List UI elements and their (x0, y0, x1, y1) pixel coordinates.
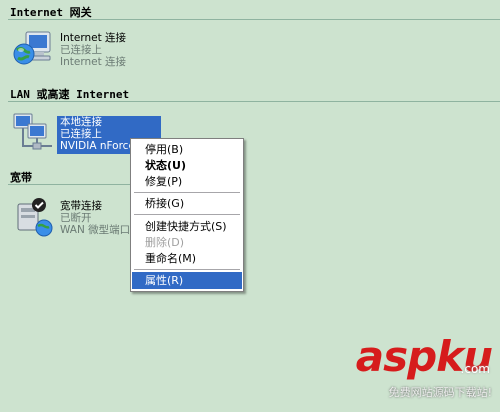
broadband-connection-icon (12, 196, 54, 238)
menu-item-rename[interactable]: 重命名(M) (132, 250, 242, 267)
connection-name: 宽带连接 (60, 200, 102, 212)
menu-item-disable[interactable]: 停用(B) (132, 141, 242, 158)
connection-type: Internet 连接 (60, 56, 127, 68)
local-connection-text: 本地连接 已连接上 NVIDIA nForce (60, 116, 135, 152)
menu-item-properties[interactable]: 属性(R) (132, 272, 242, 289)
connection-status: 已连接上 (60, 44, 102, 56)
menu-item-repair[interactable]: 修复(P) (132, 173, 242, 190)
broadband-connection-text: 宽带连接 已断开 WAN 微型端口 (60, 200, 130, 236)
internet-connection-text: Internet 连接 已连接上 Internet 连接 (60, 32, 126, 68)
connection-name: Internet 连接 (60, 32, 127, 44)
watermark: aspku .com 免费网站源码下载站! (320, 332, 493, 402)
section-divider (8, 101, 500, 102)
context-menu: 停用(B) 状态(U) 修复(P) 桥接(G) 创建快捷方式(S) 删除(D) … (130, 138, 244, 292)
menu-separator (134, 214, 240, 215)
menu-separator (134, 269, 240, 270)
connection-type: WAN 微型端口 (60, 224, 131, 236)
network-connection-icon (12, 112, 54, 154)
section-title-lan: LAN 或高速 Internet (10, 88, 130, 101)
internet-gateway-icon (12, 28, 54, 70)
connection-name: 本地连接 (60, 116, 102, 128)
connection-status: 已连接上 (60, 128, 102, 140)
section-divider (8, 19, 500, 20)
section-divider (8, 184, 130, 185)
connection-status: 已断开 (60, 212, 92, 224)
menu-item-bridge[interactable]: 桥接(G) (132, 195, 242, 212)
menu-separator (134, 192, 240, 193)
connection-device: NVIDIA nForce (60, 140, 135, 152)
menu-item-create-shortcut[interactable]: 创建快捷方式(S) (132, 218, 242, 235)
watermark-subtitle: 免费网站源码下载站! (388, 386, 492, 399)
section-title-internet-gateway: Internet 网关 (10, 6, 92, 19)
menu-item-delete[interactable]: 删除(D) (132, 234, 242, 251)
section-title-broadband: 宽带 (10, 171, 32, 184)
watermark-dotcom: .com (460, 362, 490, 376)
menu-item-status[interactable]: 状态(U) (132, 157, 242, 174)
